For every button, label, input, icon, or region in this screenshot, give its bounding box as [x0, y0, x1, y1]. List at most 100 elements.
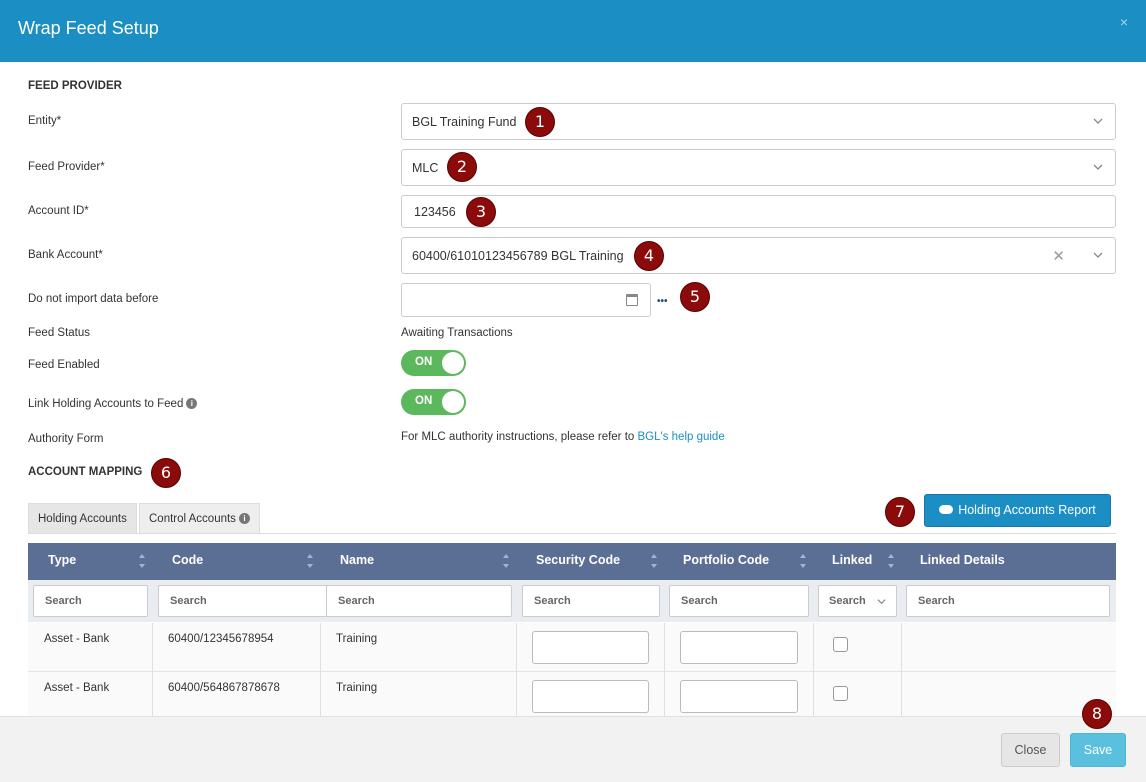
authority-form-description: For MLC authority instructions, please r… — [401, 431, 638, 443]
link-holding-toggle[interactable]: ON — [401, 389, 466, 415]
chevron-down-icon — [1093, 164, 1103, 170]
sort-icon[interactable] — [306, 551, 314, 571]
filter-placeholder: Search — [681, 595, 718, 607]
linked-checkbox[interactable] — [833, 637, 848, 652]
bank-account-value: 60400/61010123456789 BGL Training — [412, 248, 624, 263]
link-holding-label-text: Link Holding Accounts to Feed — [28, 398, 184, 410]
feed-status-label: Feed Status — [28, 327, 91, 339]
entity-label: Entity* — [28, 115, 62, 127]
filter-placeholder: Search — [829, 595, 866, 607]
dialog-title: Wrap Feed Setup — [18, 18, 159, 38]
feed-provider-value: MLC — [412, 160, 439, 175]
column-divider — [516, 623, 517, 672]
column-divider — [813, 672, 814, 721]
column-divider — [901, 623, 902, 672]
column-divider — [664, 623, 665, 672]
help-guide-link[interactable]: BGL's help guide — [638, 431, 725, 443]
feed-enabled-label: Feed Enabled — [28, 359, 100, 371]
cell-name: Training — [336, 682, 378, 694]
step-badge-5: 5 — [680, 282, 710, 312]
step-badge-7: 7 — [885, 497, 915, 527]
entity-select[interactable]: BGL Training Fund — [401, 103, 1116, 140]
column-divider — [516, 672, 517, 721]
feed-provider-select[interactable]: MLC — [401, 149, 1116, 186]
filter-portfolio-code-input[interactable]: Search — [669, 585, 809, 617]
column-divider — [320, 672, 321, 721]
filter-name-input[interactable]: Search — [326, 585, 512, 617]
column-header-linked-details: Linked Details — [920, 553, 1005, 567]
feed-provider-heading: FEED PROVIDER — [28, 80, 122, 92]
toggle-knob — [442, 391, 464, 413]
info-icon[interactable]: i — [186, 398, 198, 410]
sort-icon[interactable] — [799, 551, 807, 571]
chevron-down-icon — [1093, 252, 1103, 258]
import-before-label: Do not import data before — [28, 293, 159, 305]
toggle-knob — [442, 352, 464, 374]
column-header-security-code[interactable]: Security Code — [536, 553, 620, 567]
portfolio-code-input[interactable] — [680, 631, 798, 664]
linked-checkbox[interactable] — [833, 686, 848, 701]
close-icon[interactable]: × — [1120, 14, 1128, 30]
authority-form-label: Authority Form — [28, 433, 104, 445]
sort-icon[interactable] — [650, 551, 658, 571]
portfolio-code-input[interactable] — [680, 680, 798, 713]
sort-icon[interactable] — [502, 551, 510, 571]
tab-holding-accounts[interactable]: Holding Accounts — [28, 503, 137, 533]
import-before-date-input[interactable] — [401, 283, 651, 317]
step-badge-6: 6 — [151, 458, 181, 488]
step-badge-4: 4 — [634, 241, 664, 271]
more-options-icon[interactable]: ••• — [657, 296, 668, 307]
chevron-down-icon — [877, 599, 886, 605]
column-divider — [152, 623, 153, 672]
column-header-name[interactable]: Name — [340, 553, 374, 567]
bank-account-label: Bank Account* — [28, 249, 103, 261]
tab-divider — [28, 533, 1116, 534]
holding-accounts-report-button[interactable]: Holding Accounts Report — [924, 494, 1111, 527]
toggle-state: ON — [415, 395, 433, 407]
column-header-linked[interactable]: Linked — [832, 553, 872, 567]
cell-type: Asset - Bank — [44, 633, 110, 645]
save-button[interactable]: Save — [1070, 733, 1126, 767]
filter-linked-details-input[interactable]: Search — [906, 585, 1110, 617]
step-badge-3: 3 — [466, 197, 496, 227]
account-id-label: Account ID* — [28, 205, 89, 217]
column-divider — [901, 672, 902, 721]
filter-placeholder: Search — [338, 595, 375, 607]
dialog-footer: Close Save — [0, 716, 1146, 782]
sort-icon[interactable] — [138, 551, 146, 571]
feed-status-value: Awaiting Transactions — [401, 327, 513, 339]
account-id-input[interactable]: 123456 — [401, 195, 1116, 228]
filter-placeholder: Search — [918, 595, 955, 607]
filter-linked-select[interactable]: Search — [818, 585, 897, 617]
filter-placeholder: Search — [170, 595, 207, 607]
column-header-code[interactable]: Code — [172, 553, 203, 567]
step-badge-2: 2 — [447, 152, 477, 182]
cell-code: 60400/564867878678 — [168, 682, 280, 694]
column-header-type[interactable]: Type — [48, 553, 76, 567]
column-divider — [320, 623, 321, 672]
link-holding-label: Link Holding Accounts to Feed i — [28, 398, 198, 410]
cell-type: Asset - Bank — [44, 682, 110, 694]
column-header-portfolio-code[interactable]: Portfolio Code — [683, 553, 769, 567]
bank-account-select[interactable]: 60400/61010123456789 BGL Training ✕ — [401, 237, 1116, 274]
calendar-icon[interactable] — [626, 294, 638, 306]
grid-header: Type Code Name Security Code Portfolio C… — [28, 543, 1116, 580]
filter-security-code-input[interactable]: Search — [522, 585, 660, 617]
tab-control-accounts-label: Control Accounts — [149, 513, 236, 525]
table-row[interactable]: Asset - Bank 60400/564867878678 Training — [28, 672, 1116, 721]
column-divider — [813, 623, 814, 672]
tab-control-accounts[interactable]: Control Accounts i — [139, 503, 260, 533]
filter-type-input[interactable]: Search — [33, 585, 148, 617]
filter-code-input[interactable]: Search — [158, 585, 344, 617]
account-id-value: 123456 — [414, 204, 456, 219]
security-code-input[interactable] — [532, 680, 649, 713]
table-row[interactable]: Asset - Bank 60400/12345678954 Training — [28, 623, 1116, 672]
close-button[interactable]: Close — [1001, 733, 1060, 767]
security-code-input[interactable] — [532, 631, 649, 664]
feed-enabled-toggle[interactable]: ON — [401, 350, 466, 376]
dialog-header: Wrap Feed Setup × — [0, 0, 1146, 62]
filter-placeholder: Search — [45, 595, 82, 607]
clear-icon[interactable]: ✕ — [1052, 247, 1065, 265]
chevron-down-icon — [1093, 118, 1103, 124]
sort-icon[interactable] — [887, 551, 895, 571]
